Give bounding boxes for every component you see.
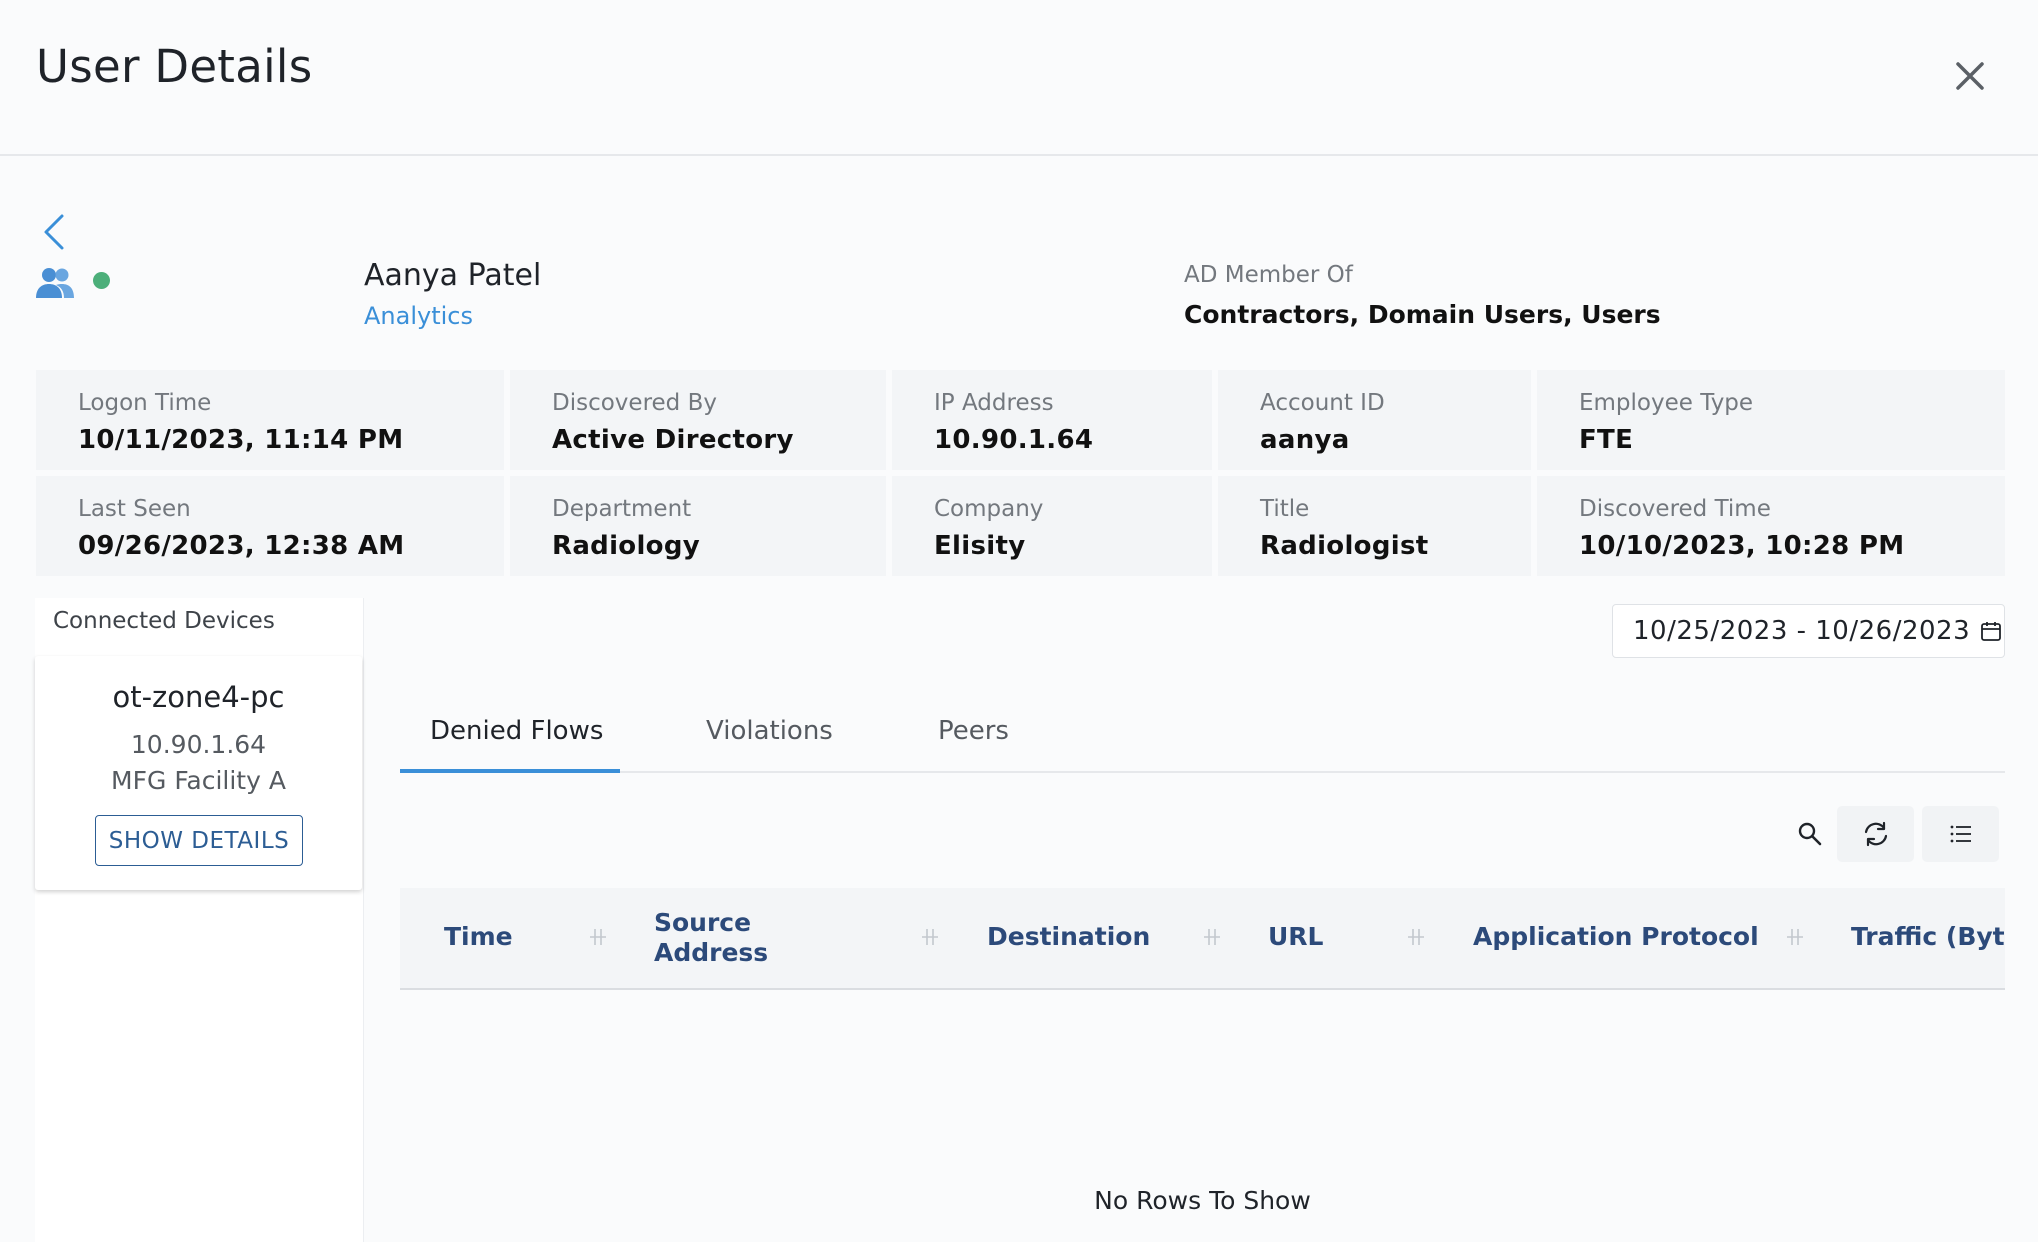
tabs-divider — [400, 771, 2005, 773]
info-value: 09/26/2023, 12:38 AM — [78, 531, 405, 561]
online-status-dot — [93, 272, 110, 289]
info-label: Discovered By — [552, 390, 717, 416]
info-value: 10/11/2023, 11:14 PM — [78, 425, 404, 455]
refresh-icon — [1864, 821, 1887, 847]
ad-member-label: AD Member Of — [1184, 262, 1353, 288]
column-header-source-address[interactable]: Source Address — [654, 908, 804, 968]
chevron-left-icon — [44, 214, 64, 250]
info-label: Account ID — [1260, 390, 1385, 416]
date-range-value: 10/25/2023 - 10/26/2023 — [1633, 616, 1971, 646]
column-resize-icon[interactable] — [1784, 926, 1806, 948]
info-cell-discovered-time: Discovered Time 10/10/2023, 10:28 PM — [1537, 476, 2005, 576]
info-cell-title: Title Radiologist — [1218, 476, 1531, 576]
info-label: Company — [934, 496, 1044, 522]
show-details-button[interactable]: SHOW DETAILS — [95, 815, 303, 866]
info-label: Logon Time — [78, 390, 212, 416]
info-value: Elisity — [934, 531, 1026, 561]
info-value: aanya — [1260, 425, 1350, 455]
column-resize-icon[interactable] — [1201, 926, 1223, 948]
close-icon — [1956, 62, 1984, 90]
column-header-application-protocol[interactable]: Application Protocol — [1473, 922, 1759, 952]
info-cell-logon-time: Logon Time 10/11/2023, 11:14 PM — [36, 370, 504, 470]
refresh-button[interactable] — [1837, 806, 1914, 862]
user-name: Aanya Patel — [364, 258, 542, 293]
connected-devices-title: Connected Devices — [53, 608, 275, 634]
info-cell-employee-type: Employee Type FTE — [1537, 370, 2005, 470]
page-title: User Details — [36, 40, 313, 93]
ad-member-value: Contractors, Domain Users, Users — [1184, 300, 1661, 329]
info-value: Active Directory — [552, 425, 794, 455]
info-cell-department: Department Radiology — [510, 476, 886, 576]
column-header-traffic[interactable]: Traffic (Bytes — [1851, 922, 2005, 952]
search-icon — [1798, 822, 1822, 846]
search-button[interactable] — [1790, 806, 1830, 862]
list-icon — [1950, 825, 1971, 843]
info-cell-ip-address: IP Address 10.90.1.64 — [892, 370, 1212, 470]
info-value: FTE — [1579, 425, 1634, 455]
empty-table-message: No Rows To Show — [1094, 1186, 1311, 1215]
users-group-icon — [34, 266, 76, 300]
column-resize-icon[interactable] — [919, 926, 941, 948]
date-range-picker[interactable]: 10/25/2023 - 10/26/2023 — [1612, 604, 2005, 658]
info-value: Radiology — [552, 531, 700, 561]
table-header: Time Source Address Destination URL Appl… — [400, 888, 2005, 990]
info-label: Department — [552, 496, 692, 522]
info-value: 10.90.1.64 — [934, 425, 1094, 455]
info-cell-company: Company Elisity — [892, 476, 1212, 576]
info-label: Last Seen — [78, 496, 191, 522]
tab-peers[interactable]: Peers — [938, 716, 1009, 746]
column-header-time[interactable]: Time — [444, 922, 513, 952]
tab-violations[interactable]: Violations — [706, 716, 833, 746]
info-cell-last-seen: Last Seen 09/26/2023, 12:38 AM — [36, 476, 504, 576]
device-ip: 10.90.1.64 — [130, 730, 267, 759]
column-resize-icon[interactable] — [1405, 926, 1427, 948]
calendar-icon — [1981, 622, 2002, 641]
info-value: Radiologist — [1260, 531, 1429, 561]
device-name: ot-zone4-pc — [112, 680, 285, 714]
active-tab-indicator — [400, 769, 620, 773]
back-button[interactable] — [36, 208, 72, 256]
info-value: 10/10/2023, 10:28 PM — [1579, 531, 1905, 561]
column-header-url[interactable]: URL — [1268, 922, 1323, 952]
column-resize-icon[interactable] — [587, 926, 609, 948]
info-cell-discovered-by: Discovered By Active Directory — [510, 370, 886, 470]
tab-denied-flows[interactable]: Denied Flows — [430, 716, 603, 746]
columns-menu-button[interactable] — [1922, 806, 1999, 862]
column-header-destination[interactable]: Destination — [987, 922, 1150, 952]
info-label: Title — [1260, 496, 1310, 522]
user-department-link[interactable]: Analytics — [364, 302, 473, 330]
device-site: MFG Facility A — [111, 766, 286, 795]
info-label: Discovered Time — [1579, 496, 1771, 522]
info-cell-account-id: Account ID aanya — [1218, 370, 1531, 470]
info-label: Employee Type — [1579, 390, 1754, 416]
close-button[interactable] — [1950, 56, 1990, 96]
info-label: IP Address — [934, 390, 1054, 416]
